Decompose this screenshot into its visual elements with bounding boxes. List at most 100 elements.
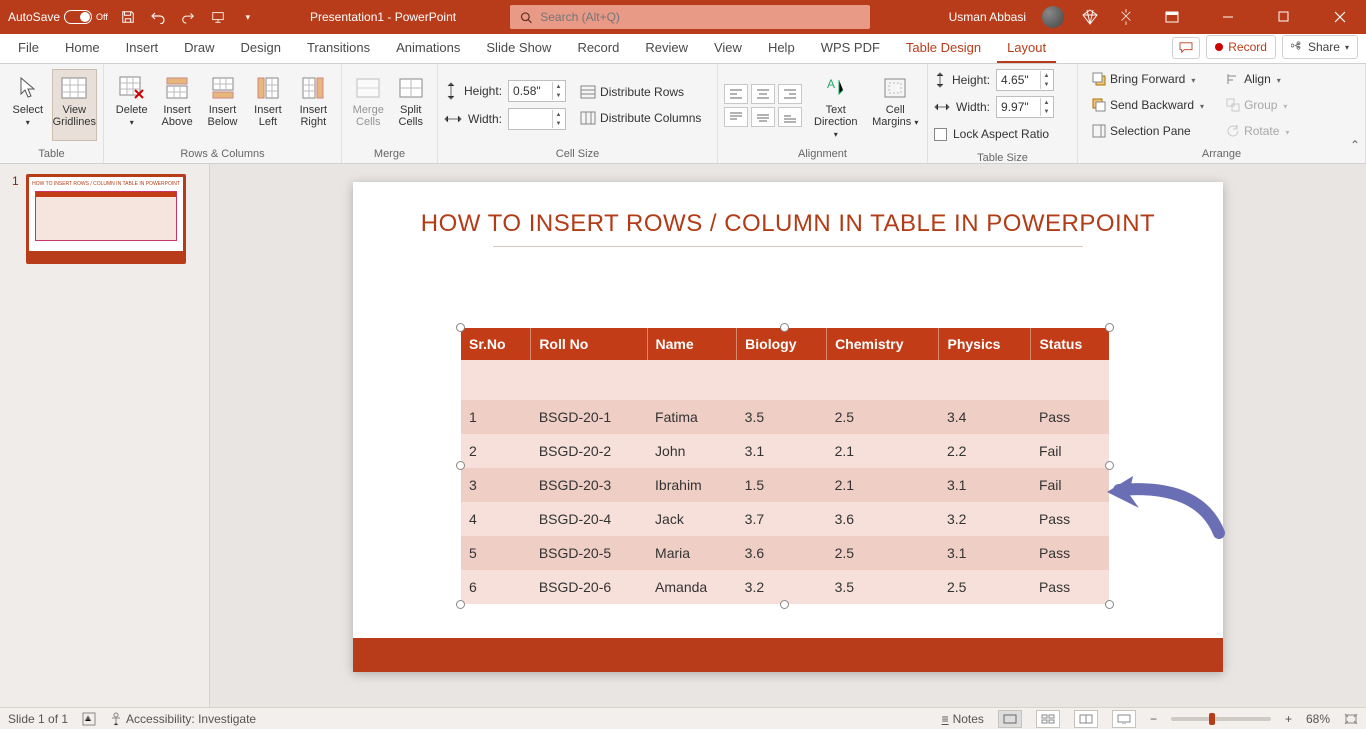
present-icon[interactable] bbox=[208, 7, 228, 27]
table-cell[interactable]: Fatima bbox=[647, 400, 737, 434]
table-cell[interactable]: 1.5 bbox=[737, 468, 827, 502]
table-row[interactable]: 2BSGD-20-2John3.12.12.2Fail bbox=[461, 434, 1109, 468]
spellcheck-icon[interactable] bbox=[82, 712, 96, 726]
table-cell[interactable]: Fail bbox=[1031, 468, 1109, 502]
tab-home[interactable]: Home bbox=[55, 34, 110, 63]
insert-above-button[interactable]: Insert Above bbox=[155, 69, 198, 141]
qat-more-icon[interactable]: ▾ bbox=[238, 7, 258, 27]
blank-row[interactable] bbox=[461, 360, 1109, 400]
zoom-level[interactable]: 68% bbox=[1306, 712, 1330, 726]
table-cell[interactable]: Pass bbox=[1031, 502, 1109, 536]
table-cell[interactable]: BSGD-20-1 bbox=[531, 400, 647, 434]
group-button[interactable]: Group bbox=[1222, 94, 1293, 116]
table-cell[interactable]: Pass bbox=[1031, 400, 1109, 434]
tab-wpspdf[interactable]: WPS PDF bbox=[811, 34, 890, 63]
notes-button[interactable]: ≡Notes bbox=[942, 712, 984, 726]
collapse-ribbon-button[interactable]: ⌃ bbox=[1350, 138, 1360, 152]
table-row[interactable]: 4BSGD-20-4Jack3.73.63.2Pass bbox=[461, 502, 1109, 536]
tab-draw[interactable]: Draw bbox=[174, 34, 224, 63]
table-row[interactable]: 1BSGD-20-1Fatima3.52.53.4Pass bbox=[461, 400, 1109, 434]
zoom-slider[interactable] bbox=[1171, 717, 1271, 721]
handle-sw[interactable] bbox=[456, 600, 465, 609]
table-cell[interactable]: 2.1 bbox=[827, 468, 939, 502]
text-direction-button[interactable]: A Text Direction ▾ bbox=[810, 69, 862, 141]
table-cell[interactable]: Pass bbox=[1031, 536, 1109, 570]
selection-pane-button[interactable]: Selection Pane bbox=[1088, 120, 1208, 142]
table-width-input[interactable]: 9.97"▲▼ bbox=[996, 96, 1054, 118]
share-button[interactable]: Share▾ bbox=[1282, 35, 1358, 59]
merge-cells-button[interactable]: Merge Cells bbox=[348, 69, 389, 141]
tab-animations[interactable]: Animations bbox=[386, 34, 470, 63]
maximize-button[interactable] bbox=[1264, 0, 1304, 34]
fit-view-button[interactable] bbox=[1344, 713, 1358, 725]
distribute-rows-button[interactable]: Distribute Rows bbox=[576, 81, 705, 103]
tab-table-design[interactable]: Table Design bbox=[896, 34, 991, 63]
zoom-out-button[interactable]: − bbox=[1150, 712, 1157, 726]
table-cell[interactable]: 2.5 bbox=[939, 570, 1031, 604]
tab-layout[interactable]: Layout bbox=[997, 34, 1056, 63]
zoom-thumb[interactable] bbox=[1209, 713, 1215, 725]
table-cell[interactable]: 3 bbox=[461, 468, 531, 502]
save-icon[interactable] bbox=[118, 7, 138, 27]
sorter-view-button[interactable] bbox=[1036, 710, 1060, 728]
diamond-icon[interactable] bbox=[1080, 7, 1100, 27]
align-center-button[interactable] bbox=[751, 84, 775, 104]
table-cell[interactable]: BSGD-20-2 bbox=[531, 434, 647, 468]
table-row[interactable]: 6BSGD-20-6Amanda3.23.52.5Pass bbox=[461, 570, 1109, 604]
mic-icon[interactable] bbox=[1116, 7, 1136, 27]
tab-help[interactable]: Help bbox=[758, 34, 805, 63]
undo-icon[interactable] bbox=[148, 7, 168, 27]
handle-ne[interactable] bbox=[1105, 323, 1114, 332]
table-header[interactable]: Physics bbox=[939, 328, 1031, 360]
table-cell[interactable]: 2.5 bbox=[827, 536, 939, 570]
bring-forward-button[interactable]: Bring Forward bbox=[1088, 68, 1208, 90]
split-cells-button[interactable]: Split Cells bbox=[391, 69, 432, 141]
tab-slideshow[interactable]: Slide Show bbox=[476, 34, 561, 63]
comments-button[interactable] bbox=[1172, 37, 1200, 59]
slide-canvas[interactable]: HOW TO INSERT ROWS / COLUMN IN TABLE IN … bbox=[210, 164, 1366, 707]
table-cell[interactable]: Amanda bbox=[647, 570, 737, 604]
tab-view[interactable]: View bbox=[704, 34, 752, 63]
handle-w[interactable] bbox=[456, 461, 465, 470]
table-cell[interactable]: Fail bbox=[1031, 434, 1109, 468]
handle-n[interactable] bbox=[780, 323, 789, 332]
align-middle-button[interactable] bbox=[751, 107, 775, 127]
data-table[interactable]: Sr.NoRoll NoNameBiologyChemistryPhysicsS… bbox=[461, 328, 1109, 604]
table-cell[interactable]: 3.5 bbox=[737, 400, 827, 434]
table-row[interactable]: 3BSGD-20-3Ibrahim1.52.13.1Fail bbox=[461, 468, 1109, 502]
table-cell[interactable]: 6 bbox=[461, 570, 531, 604]
table-cell[interactable]: BSGD-20-5 bbox=[531, 536, 647, 570]
tab-review[interactable]: Review bbox=[635, 34, 698, 63]
send-backward-button[interactable]: Send Backward bbox=[1088, 94, 1208, 116]
zoom-in-button[interactable]: + bbox=[1285, 712, 1292, 726]
table-cell[interactable]: 2.1 bbox=[827, 434, 939, 468]
insert-left-button[interactable]: Insert Left bbox=[246, 69, 289, 141]
avatar[interactable] bbox=[1042, 6, 1064, 28]
height-input[interactable]: 0.58"▲▼ bbox=[508, 80, 566, 102]
table-cell[interactable]: 3.1 bbox=[939, 468, 1031, 502]
ribbon-mode-icon[interactable] bbox=[1152, 0, 1192, 34]
table-header[interactable]: Status bbox=[1031, 328, 1109, 360]
table-cell[interactable]: 1 bbox=[461, 400, 531, 434]
table-cell[interactable]: 2 bbox=[461, 434, 531, 468]
table-header[interactable]: Roll No bbox=[531, 328, 647, 360]
tab-file[interactable]: File bbox=[8, 34, 49, 63]
table-cell[interactable]: 3.4 bbox=[939, 400, 1031, 434]
table-width-control[interactable]: Width:9.97"▲▼ bbox=[934, 95, 1054, 119]
slide-thumbnail-1[interactable]: HOW TO INSERT ROWS / COLUMN IN TABLE IN … bbox=[26, 174, 186, 264]
table-cell[interactable]: 4 bbox=[461, 502, 531, 536]
table-selection[interactable]: Sr.NoRoll NoNameBiologyChemistryPhysicsS… bbox=[461, 328, 1109, 604]
table-header[interactable]: Sr.No bbox=[461, 328, 531, 360]
row-height-control[interactable]: Height: 0.58"▲▼ bbox=[444, 79, 566, 103]
insert-below-button[interactable]: Insert Below bbox=[201, 69, 244, 141]
table-cell[interactable]: Ibrahim bbox=[647, 468, 737, 502]
user-name[interactable]: Usman Abbasi bbox=[949, 10, 1026, 24]
cell-margins-button[interactable]: Cell Margins ▾ bbox=[870, 69, 922, 141]
align-bottom-button[interactable] bbox=[778, 107, 802, 127]
table-height-control[interactable]: Height:4.65"▲▼ bbox=[934, 68, 1054, 92]
table-cell[interactable]: 3.2 bbox=[939, 502, 1031, 536]
table-header[interactable]: Biology bbox=[737, 328, 827, 360]
table-cell[interactable]: BSGD-20-6 bbox=[531, 570, 647, 604]
table-height-input[interactable]: 4.65"▲▼ bbox=[996, 69, 1054, 91]
table-cell[interactable]: 3.7 bbox=[737, 502, 827, 536]
